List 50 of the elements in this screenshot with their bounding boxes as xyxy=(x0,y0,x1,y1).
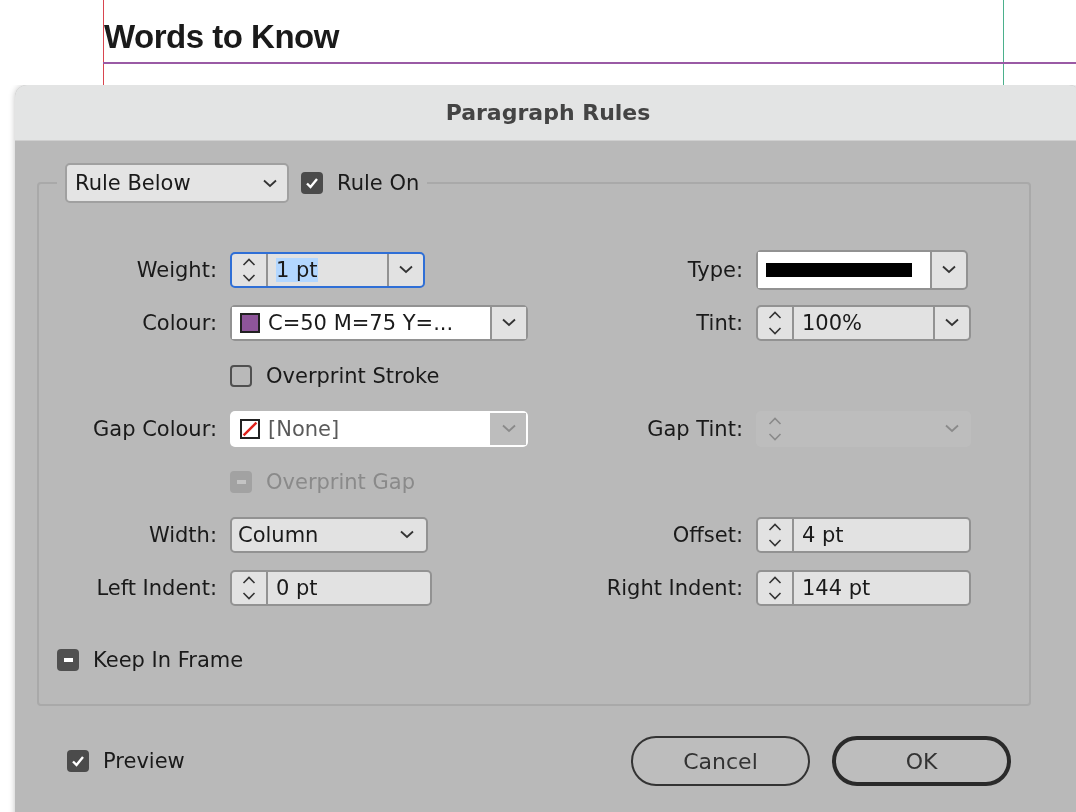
field-label: Gap Tint: xyxy=(646,416,743,441)
chevron-down-icon[interactable] xyxy=(400,530,414,539)
none-swatch-icon xyxy=(240,418,260,439)
combo-box[interactable]: 100% xyxy=(756,304,971,341)
checkbox-label: Rule On xyxy=(337,171,420,195)
stroke-type-dropdown[interactable] xyxy=(756,249,968,290)
dash-icon xyxy=(63,658,73,662)
spinner-field[interactable]: 0 pt xyxy=(230,569,432,606)
dialog-button[interactable]: OK xyxy=(832,736,1011,786)
dialog-title: Paragraph Rules xyxy=(445,100,651,125)
field-label: Type: xyxy=(686,257,743,282)
document-heading: Words to Know xyxy=(104,18,339,56)
field-label: Width: xyxy=(147,522,217,547)
dialog-button[interactable]: Cancel xyxy=(631,736,810,786)
chevron-down-icon[interactable] xyxy=(263,178,277,188)
field-value[interactable]: 100% xyxy=(802,310,863,335)
field-label: Tint: xyxy=(695,310,743,335)
field-label: Offset: xyxy=(671,522,743,547)
field-label: Colour: xyxy=(141,310,217,335)
checkbox[interactable] xyxy=(301,172,323,194)
field-label: Left Indent: xyxy=(95,575,217,600)
field-value[interactable]: Column xyxy=(238,522,319,547)
checkbox[interactable] xyxy=(57,649,79,671)
spinner-field[interactable]: 4 pt xyxy=(756,516,971,553)
chevron-down-icon[interactable] xyxy=(502,318,516,327)
field-label: Gap Colour: xyxy=(92,416,217,441)
chevron-down-icon[interactable] xyxy=(945,318,959,327)
dash-icon xyxy=(236,479,246,484)
spinner-field[interactable]: 144 pt xyxy=(756,569,971,606)
field-value[interactable]: C=50 M=75 Y=... xyxy=(268,310,454,335)
field-value[interactable]: 4 pt xyxy=(802,522,844,547)
width-dropdown[interactable]: Column xyxy=(230,516,428,553)
checkbox-label: Keep In Frame xyxy=(93,648,244,672)
field-label: Weight: xyxy=(135,257,217,282)
chevron-down-icon[interactable] xyxy=(942,265,956,274)
checkbox[interactable] xyxy=(230,364,252,387)
checkbox-label: Preview xyxy=(103,749,185,773)
field-value[interactable]: 0 pt xyxy=(276,575,318,600)
chevron-down-icon[interactable] xyxy=(399,265,413,274)
combo-box[interactable]: 1 pt xyxy=(230,251,425,288)
checkbox-label: Overprint Stroke xyxy=(266,363,440,388)
checkbox[interactable] xyxy=(67,750,89,772)
color-dropdown[interactable]: C=50 M=75 Y=... xyxy=(230,304,528,341)
checkmark-icon xyxy=(72,755,84,767)
rule-dropdown[interactable]: Rule Below xyxy=(65,163,289,203)
checkmark-icon xyxy=(306,177,318,189)
field-label: Right Indent: xyxy=(605,575,743,600)
field-value[interactable]: Rule Below xyxy=(75,171,191,195)
field-value[interactable]: 1 pt xyxy=(276,257,318,282)
field-value[interactable]: 144 pt xyxy=(802,575,871,600)
